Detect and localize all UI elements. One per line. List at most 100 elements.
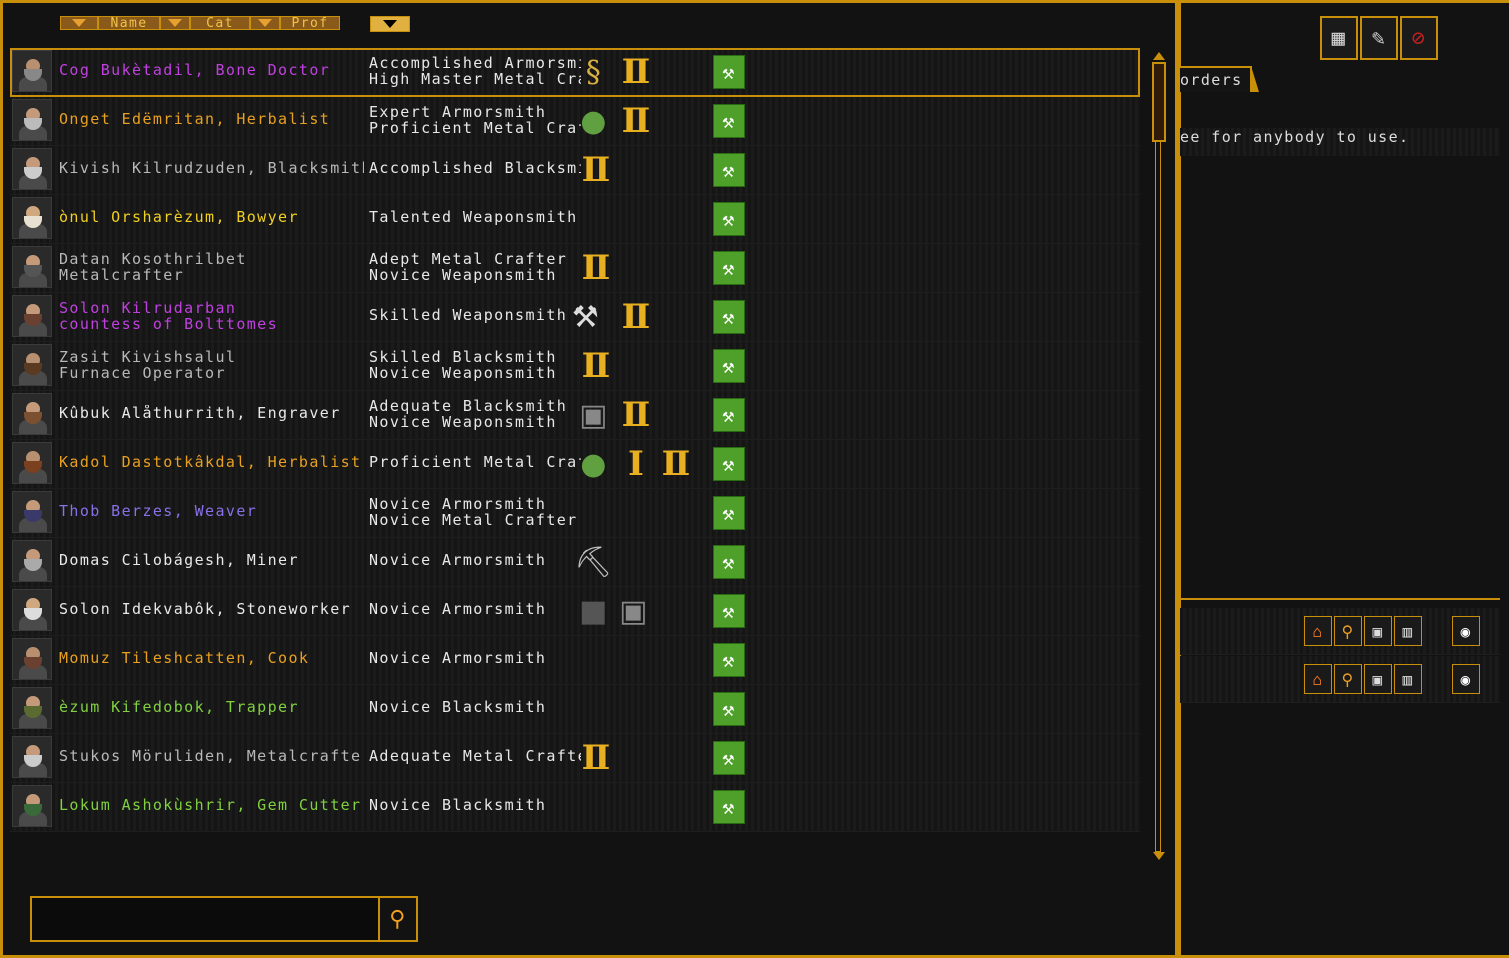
unit-row[interactable]: èzum Kifedobok, Trapper Novice Blacksmith… [10,685,1140,734]
labor-hammer-icon[interactable]: ⚒ [713,545,745,579]
skill-line1: Proficient Metal Craf [369,454,581,470]
unit-row[interactable]: Kivish Kilrudzuden, Blacksmith Accomplish… [10,146,1140,195]
labor-hammer-icon[interactable]: ⚒ [713,692,745,726]
unit-name[interactable]: Datan Kosothrilbet Metalcrafter [59,251,364,283]
lock-icon[interactable]: ▣ [1364,664,1392,694]
dwarf-portrait[interactable] [12,393,52,435]
tab-orders[interactable]: orders [1180,66,1259,92]
trash-icon[interactable]: ▥ [1394,616,1422,646]
unit-name[interactable]: Thob Berzes, Weaver [59,503,364,519]
dwarf-portrait[interactable] [12,540,52,582]
list-scrollbar[interactable] [1152,52,1166,862]
labor-hammer-icon[interactable]: ⚒ [713,741,745,775]
unit-name[interactable]: Domas Cilobágesh, Miner [59,552,364,568]
labor-hammer-icon[interactable]: ⚒ [713,496,745,530]
magnifier-icon[interactable]: ⚲ [1334,664,1362,694]
dwarf-portrait[interactable] [12,344,52,386]
skill-line1: Accomplished Armorsmi [369,55,581,72]
labor-hammer-icon[interactable]: ⚒ [713,643,745,677]
dwarf-portrait[interactable] [12,295,52,337]
scroll-thumb[interactable] [1152,62,1166,142]
unit-name[interactable]: Lokum Ashokùshrir, Gem Cutter [59,797,364,813]
labor-hammer-icon[interactable]: ⚒ [713,300,745,334]
unit-name[interactable]: èzum Kifedobok, Trapper [59,699,364,715]
unit-row[interactable]: Domas Cilobágesh, Miner Novice Armorsmith… [10,538,1140,587]
sort-toggle-cat[interactable] [160,16,190,30]
trash-icon[interactable]: ▥ [1394,664,1422,694]
dwarf-portrait[interactable] [12,50,52,92]
dwarf-portrait[interactable] [12,785,52,827]
unit-row[interactable]: Kûbuk Alåthurrith, Engraver Adequate Blac… [10,391,1140,440]
unit-name[interactable]: Kivish Kilrudzuden, Blacksmith [59,160,364,176]
search-input[interactable] [32,898,380,940]
eye-icon[interactable]: ◉ [1452,664,1480,694]
unit-row[interactable]: Onget Edëmritan, Herbalist Expert Armorsm… [10,97,1140,146]
labor-hammer-icon[interactable]: ⚒ [713,202,745,236]
unit-skills: Skilled Weaponsmith [369,307,581,323]
dwarf-portrait[interactable] [12,736,52,778]
unit-name[interactable]: Cog Bukètadil, Bone Doctor [59,62,364,78]
side-toolbar: ▦ ✎ ⊘ [1320,16,1440,60]
unit-row[interactable]: Momuz Tileshcatten, Cook Novice Armorsmit… [10,636,1140,685]
dwarf-portrait[interactable] [12,246,52,288]
dwarf-portrait[interactable] [12,638,52,680]
dwarf-portrait[interactable] [12,197,52,239]
unit-row[interactable]: Zasit Kivishsalul Furnace Operator Skilled… [10,342,1140,391]
unit-row[interactable]: Cog Bukètadil, Bone Doctor Accomplished A… [10,48,1140,97]
unit-row[interactable]: ònul Orsharèzum, Bowyer Talented Weaponsm… [10,195,1140,244]
labor-hammer-icon[interactable]: ⚒ [713,104,745,138]
unit-skills: Adequate Metal Crafte [369,748,581,764]
unit-name[interactable]: Solon Idekvabôk, Stoneworker [59,601,364,617]
unit-name[interactable]: Stukos Möruliden, Metalcrafter [59,748,364,764]
dwarf-portrait[interactable] [12,442,52,484]
sort-toggle-name[interactable] [60,16,98,30]
unit-name[interactable]: Kadol Dastotkâkdal, Herbalist [59,454,364,470]
scroll-up-icon[interactable] [1153,52,1165,60]
unit-name[interactable]: Solon Kilrudarban countess of Bolttomes [59,300,364,332]
quill-icon[interactable]: ✎ [1360,16,1398,60]
unit-name[interactable]: Momuz Tileshcatten, Cook [59,650,364,666]
unit-list: Cog Bukètadil, Bone Doctor Accomplished A… [10,48,1140,832]
sort-toggle-prof[interactable] [250,16,280,30]
unit-row[interactable]: Lokum Ashokùshrir, Gem Cutter Novice Blac… [10,783,1140,832]
unit-row[interactable]: Solon Kilrudarban countess of Bolttomes Sk… [10,293,1140,342]
magnifier-icon[interactable]: ⚲ [1334,616,1362,646]
labor-hammer-icon[interactable]: ⚒ [713,398,745,432]
labor-hammer-icon[interactable]: ⚒ [713,251,745,285]
magnifier-icon[interactable]: ⚲ [380,898,416,940]
labor-hammer-icon[interactable]: ⚒ [713,55,745,89]
dwarf-portrait[interactable] [12,99,52,141]
unit-name[interactable]: Onget Edëmritan, Herbalist [59,111,364,127]
scroll-down-icon[interactable] [1153,852,1165,860]
unit-row[interactable]: Solon Idekvabôk, Stoneworker Novice Armor… [10,587,1140,636]
house-icon[interactable]: ⌂ [1304,616,1332,646]
rank-two-icon: Ⅱ [581,150,611,190]
skill-line1: Accomplished Blacksmi [369,160,581,176]
sort-by-name-button[interactable]: Name [98,16,160,31]
unit-name[interactable]: Kûbuk Alåthurrith, Engraver [59,405,364,421]
sort-extra-dropdown[interactable] [370,16,410,32]
no-house-icon[interactable]: ⊘ [1400,16,1438,60]
labor-hammer-icon[interactable]: ⚒ [713,153,745,187]
unit-row[interactable]: Thob Berzes, Weaver Novice Armorsmith Novi… [10,489,1140,538]
labor-hammer-icon[interactable]: ⚒ [713,349,745,383]
unit-row[interactable]: Stukos Möruliden, Metalcrafter Adequate M… [10,734,1140,783]
eye-icon[interactable]: ◉ [1452,616,1480,646]
unit-name[interactable]: Zasit Kivishsalul Furnace Operator [59,349,364,381]
dwarf-portrait[interactable] [12,687,52,729]
add-workshop-order-icon[interactable]: ▦ [1320,16,1358,60]
labor-hammer-icon[interactable]: ⚒ [713,594,745,628]
dwarf-portrait[interactable] [12,589,52,631]
dwarf-portrait[interactable] [12,491,52,533]
dwarf-portrait[interactable] [12,148,52,190]
sort-by-cat-button[interactable]: Cat [190,16,250,31]
labor-hammer-icon[interactable]: ⚒ [713,447,745,481]
lock-icon[interactable]: ▣ [1364,616,1392,646]
unit-name[interactable]: ònul Orsharèzum, Bowyer [59,209,364,225]
unit-row[interactable]: Kadol Dastotkâkdal, Herbalist Proficient … [10,440,1140,489]
unit-row[interactable]: Datan Kosothrilbet Metalcrafter Adept Meta… [10,244,1140,293]
scroll-track[interactable] [1155,62,1161,852]
labor-hammer-icon[interactable]: ⚒ [713,790,745,824]
sort-by-prof-button[interactable]: Prof [280,16,340,31]
house-icon[interactable]: ⌂ [1304,664,1332,694]
